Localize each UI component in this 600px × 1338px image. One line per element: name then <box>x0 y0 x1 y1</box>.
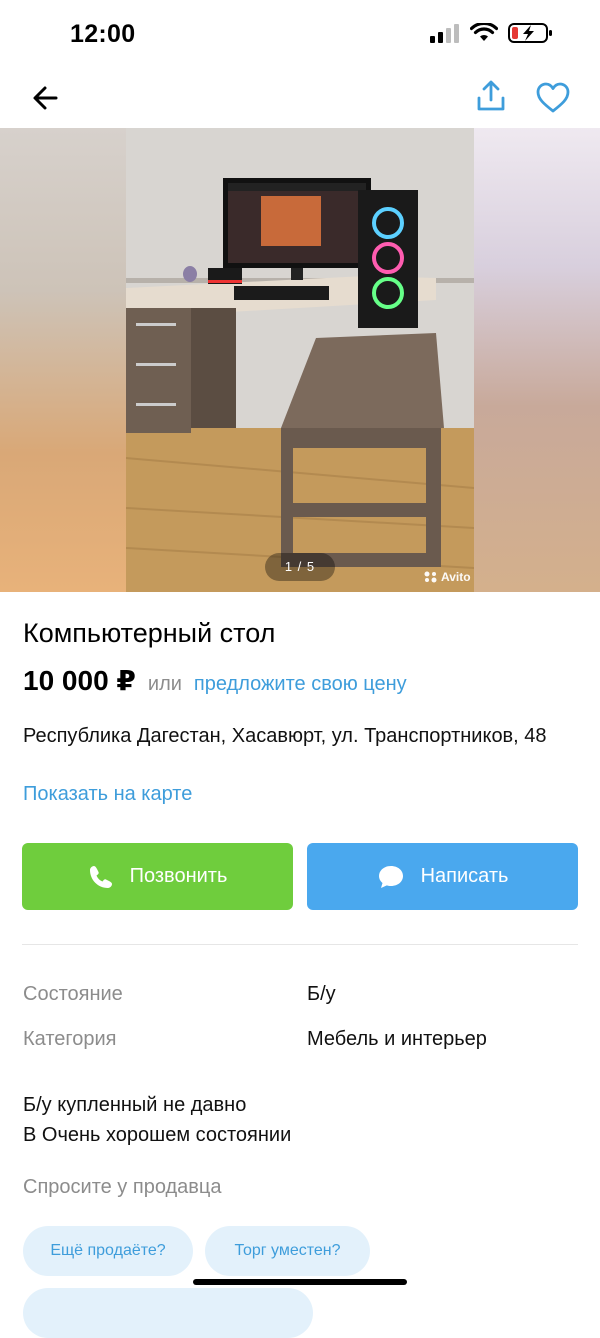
wifi-icon <box>470 23 498 41</box>
gallery-blur-right <box>474 128 600 592</box>
write-button-label: Написать <box>420 865 509 887</box>
quick-question-chip[interactable] <box>23 1288 313 1338</box>
favorite-heart-icon[interactable] <box>534 80 572 116</box>
listing-title: Компьютерный стол <box>23 618 276 648</box>
call-button[interactable]: Позвонить <box>22 843 293 910</box>
phone-icon <box>89 865 112 888</box>
gallery-counter: 1 / 5 <box>265 553 335 581</box>
avito-watermark: Avito <box>424 570 471 584</box>
chat-bubble-icon <box>378 865 403 888</box>
back-arrow-icon[interactable] <box>28 80 64 116</box>
section-divider <box>22 944 578 945</box>
listing-price: 10 000 ₽ <box>23 665 136 696</box>
status-icons <box>430 22 554 44</box>
avito-logo-icon <box>424 571 437 583</box>
home-indicator[interactable] <box>193 1279 407 1285</box>
param-category-label: Категория <box>23 1028 117 1050</box>
product-photo[interactable] <box>126 128 474 592</box>
description-line: Б/у купленный не давно <box>23 1094 247 1116</box>
status-bar: 12:00 <box>0 0 600 72</box>
quick-question-chip[interactable]: Ещё продаёте? <box>23 1226 193 1276</box>
param-condition-value: Б/у <box>307 983 336 1005</box>
param-category-value: Мебель и интерьер <box>307 1028 487 1050</box>
status-time: 12:00 <box>70 20 136 48</box>
write-button[interactable]: Написать <box>307 843 578 910</box>
call-button-label: Позвонить <box>129 865 228 887</box>
signal-icon <box>430 24 459 43</box>
photo-gallery[interactable]: 1 / 5 Avito <box>0 128 600 592</box>
share-icon[interactable] <box>474 78 508 114</box>
param-condition-label: Состояние <box>23 983 123 1005</box>
price-row: 10 000 ₽ или предложите свою цену <box>23 664 407 697</box>
ask-seller-title: Спросите у продавца <box>23 1176 222 1198</box>
nav-bar <box>0 72 600 128</box>
offer-price-link[interactable]: предложите свою цену <box>194 673 407 696</box>
listing-description: Б/у купленный не давно В Очень хорошем с… <box>23 1090 291 1150</box>
watermark-text: Avito <box>441 570 471 584</box>
show-on-map-link[interactable]: Показать на карте <box>23 783 192 806</box>
description-line: В Очень хорошем состоянии <box>23 1124 292 1146</box>
battery-icon <box>508 23 552 43</box>
gallery-blur-left <box>0 128 126 592</box>
listing-address: Республика Дагестан, Хасавюрт, ул. Транс… <box>23 725 547 747</box>
quick-question-chip[interactable]: Торг уместен? <box>205 1226 370 1276</box>
price-or-text: или <box>147 673 182 695</box>
